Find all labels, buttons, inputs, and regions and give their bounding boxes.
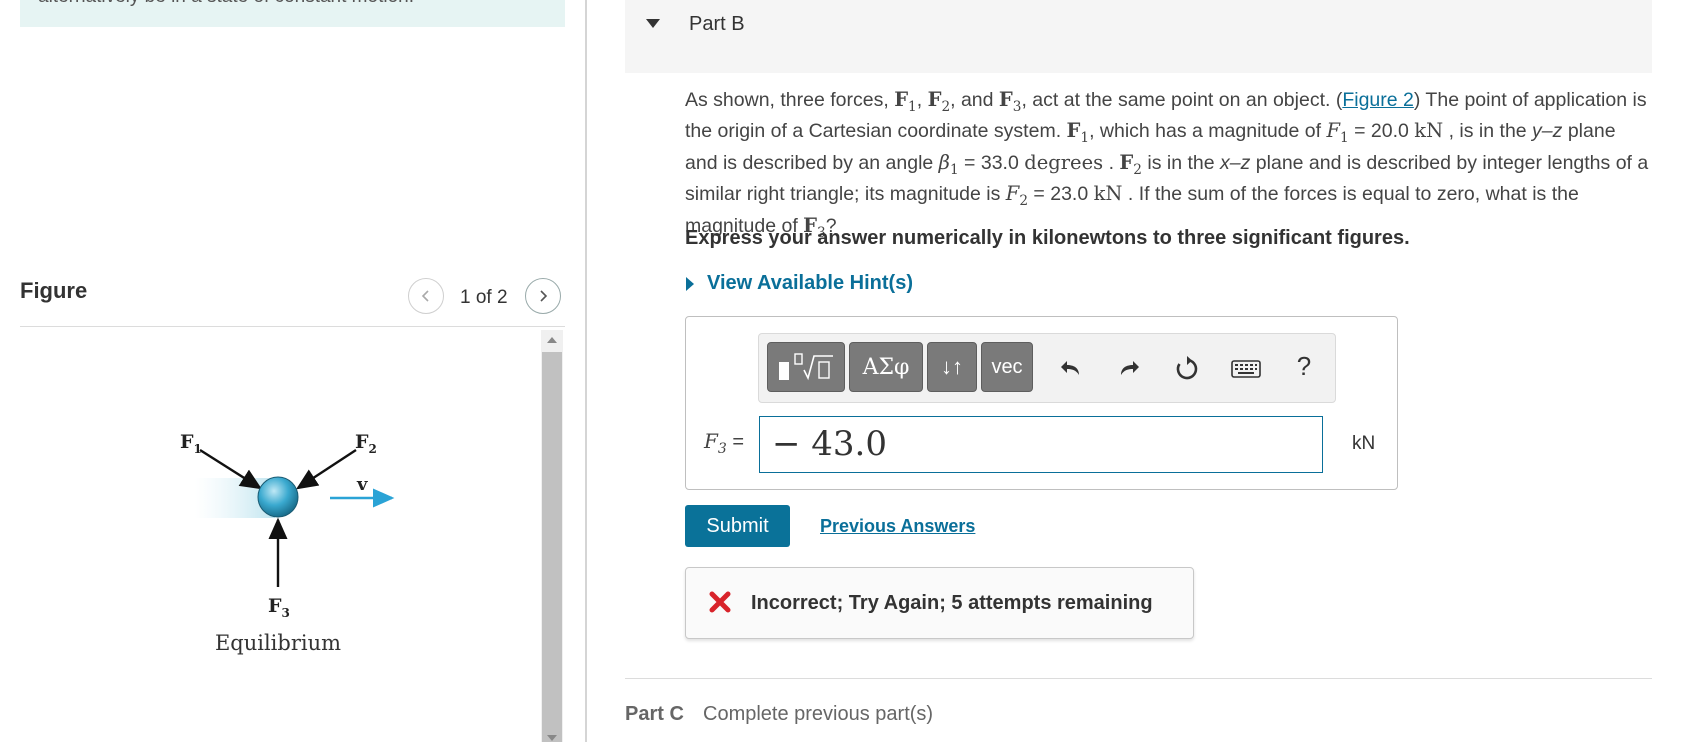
figure-panel: alternatively be in a state of constant … bbox=[0, 0, 585, 742]
keyboard-icon[interactable] bbox=[1229, 354, 1263, 384]
greek-symbols-button[interactable]: ΑΣφ bbox=[849, 342, 923, 392]
f2-arrow bbox=[295, 448, 357, 490]
plane-xz: x–z bbox=[1220, 151, 1251, 174]
unit-kn: kN bbox=[1093, 182, 1123, 206]
chevron-right-icon bbox=[540, 290, 548, 302]
question-segment: . bbox=[1103, 151, 1120, 174]
answer-unit: kN bbox=[1352, 433, 1376, 454]
vector-f1: F bbox=[894, 88, 909, 111]
part-c-title: Part C bbox=[625, 703, 684, 725]
question-text: As shown, three forces, F1, F2, and F3, … bbox=[685, 88, 1650, 245]
part-c-status: Complete previous part(s) bbox=[703, 703, 934, 725]
templates-button[interactable] bbox=[767, 342, 845, 392]
subscript: 1 bbox=[908, 98, 917, 115]
caret-down-icon bbox=[646, 19, 660, 28]
question-segment: , is in the bbox=[1443, 120, 1533, 143]
object-ball bbox=[257, 476, 299, 518]
scroll-down-arrow-icon[interactable] bbox=[541, 732, 563, 742]
variable-subscript: 3 bbox=[717, 441, 727, 457]
v-label: v bbox=[356, 474, 368, 495]
error-x-icon bbox=[709, 591, 731, 613]
subscript: 1 bbox=[1080, 130, 1090, 147]
vector-button[interactable]: vec bbox=[981, 342, 1033, 392]
question-segment: , and bbox=[950, 89, 999, 111]
undo-icon[interactable] bbox=[1056, 354, 1086, 384]
view-hints-toggle[interactable]: View Available Hint(s) bbox=[685, 272, 913, 295]
templates-icon bbox=[779, 353, 833, 381]
part-c-divider bbox=[625, 678, 1652, 679]
magnitude-f2: F bbox=[1005, 182, 1020, 206]
answer-variable-label: F3 = bbox=[704, 429, 744, 457]
chevron-left-icon bbox=[421, 290, 429, 302]
f2-label: F2 bbox=[355, 431, 377, 456]
figure-divider bbox=[20, 326, 565, 327]
subscript: 2 bbox=[1019, 193, 1029, 210]
vector-f3: F bbox=[998, 88, 1013, 111]
answer-instruction: Express your answer numerically in kilon… bbox=[685, 227, 1410, 249]
math-toolbar: ΑΣφ ↓↑ vec ? bbox=[758, 333, 1336, 403]
panel-divider[interactable] bbox=[585, 0, 587, 742]
f3-label: F3 bbox=[268, 595, 290, 620]
part-b-title: Part B bbox=[689, 13, 745, 35]
figure-image: F1 F2 v F3 Equilibrium bbox=[20, 330, 540, 742]
answer-input[interactable]: − 43.0 bbox=[759, 416, 1323, 473]
help-button[interactable]: ? bbox=[1289, 351, 1319, 381]
vector-f2: F bbox=[927, 88, 942, 111]
feedback-box: Incorrect; Try Again; 5 attempts remaini… bbox=[685, 567, 1194, 639]
figure-title: Figure bbox=[20, 278, 88, 303]
next-figure-button[interactable] bbox=[525, 278, 561, 314]
plane-yz: y–z bbox=[1532, 120, 1563, 143]
reset-icon[interactable] bbox=[1172, 354, 1202, 384]
subscript: 2 bbox=[1133, 161, 1142, 178]
question-segment: is in the bbox=[1141, 151, 1221, 174]
question-segment: , act at the same point on an object. ( bbox=[1021, 89, 1343, 111]
figure-scrollbar[interactable] bbox=[541, 330, 563, 742]
question-segment: , bbox=[916, 89, 928, 111]
vector-f1: F bbox=[1066, 119, 1081, 143]
previous-answers-link[interactable]: Previous Answers bbox=[820, 516, 975, 537]
variable-name: F bbox=[704, 429, 718, 453]
intro-box: alternatively be in a state of constant … bbox=[20, 0, 565, 27]
figure-2-link[interactable]: Figure 2 bbox=[1342, 89, 1414, 111]
vector-f2: F bbox=[1119, 150, 1134, 174]
equilibrium-diagram: F1 F2 v F3 Equilibrium bbox=[180, 431, 395, 655]
question-segment: = 23.0 bbox=[1028, 183, 1094, 206]
equals-sign: = bbox=[726, 431, 745, 453]
question-segment: As shown, three forces, bbox=[685, 89, 895, 111]
submit-button[interactable]: Submit bbox=[685, 505, 790, 547]
subscript: 2 bbox=[941, 98, 951, 115]
subscript: 1 bbox=[1340, 130, 1349, 147]
intro-text: alternatively be in a state of constant … bbox=[38, 0, 414, 8]
figure-caption: Equilibrium bbox=[215, 631, 341, 655]
scroll-up-arrow-icon[interactable] bbox=[541, 330, 563, 350]
redo-icon[interactable] bbox=[1114, 354, 1144, 384]
part-b-header[interactable]: Part B bbox=[625, 0, 1652, 73]
angle-beta: β bbox=[938, 150, 950, 174]
scroll-thumb[interactable] bbox=[542, 352, 562, 742]
previous-figure-button[interactable] bbox=[408, 278, 444, 314]
question-segment: , which has a magnitude of bbox=[1089, 120, 1327, 143]
view-hints-label: View Available Hint(s) bbox=[707, 272, 913, 294]
feedback-message: Incorrect; Try Again; 5 attempts remaini… bbox=[751, 592, 1153, 614]
answer-box: ΑΣφ ↓↑ vec ? F3 = − 43.0 kN bbox=[685, 316, 1398, 490]
unit-kn: kN bbox=[1414, 119, 1444, 143]
question-segment: = 20.0 bbox=[1348, 120, 1415, 143]
unit-degrees: degrees bbox=[1024, 150, 1104, 174]
f1-label: F1 bbox=[180, 431, 202, 456]
subscript: 1 bbox=[949, 161, 959, 178]
figure-counter: 1 of 2 bbox=[460, 287, 508, 308]
question-segment: = 33.0 bbox=[958, 151, 1025, 174]
caret-right-icon bbox=[686, 276, 694, 291]
magnitude-f1: F bbox=[1326, 119, 1340, 143]
arrows-button[interactable]: ↓↑ bbox=[927, 342, 977, 392]
